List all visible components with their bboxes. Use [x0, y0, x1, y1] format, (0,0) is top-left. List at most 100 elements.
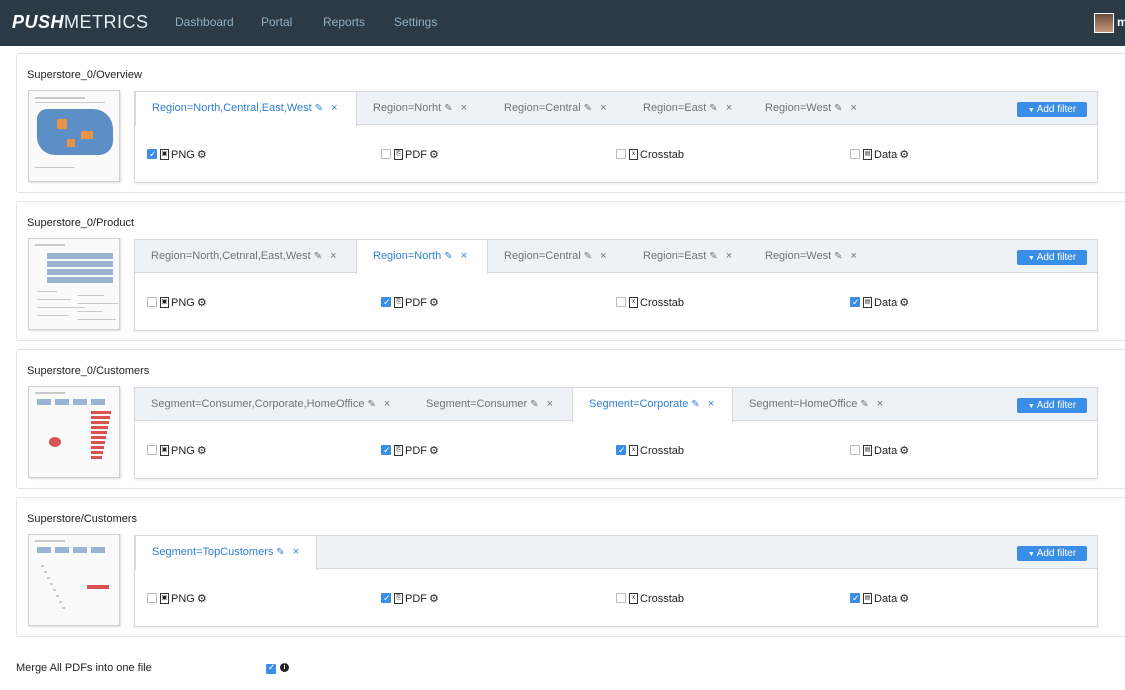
edit-filter-icon[interactable]: ✎ [709, 240, 717, 273]
edit-filter-icon[interactable]: ✎ [368, 388, 376, 421]
export-checkbox[interactable] [850, 295, 860, 309]
remove-filter-icon[interactable]: × [708, 388, 714, 421]
export-checkbox[interactable] [850, 445, 860, 456]
filter-tab[interactable]: Region=Central ✎ × [488, 240, 627, 273]
gear-icon[interactable]: ⚙ [197, 296, 207, 310]
gear-icon[interactable]: ⚙ [429, 444, 439, 458]
export-checkbox[interactable] [850, 591, 860, 605]
view-thumbnail[interactable] [28, 386, 120, 478]
edit-filter-icon[interactable]: ✎ [834, 240, 842, 273]
merge-pdfs-label: Merge All PDFs into one file [16, 662, 152, 674]
export-checkbox[interactable] [616, 297, 626, 308]
export-checkbox[interactable] [147, 445, 157, 456]
nav-portal[interactable]: Portal [261, 15, 292, 29]
export-checkbox[interactable] [381, 443, 391, 457]
filter-tab[interactable]: Region=West ✎ × [749, 92, 859, 125]
gear-icon[interactable]: ⚙ [429, 592, 439, 606]
remove-filter-icon[interactable]: × [726, 92, 732, 125]
remove-filter-icon[interactable]: × [384, 388, 390, 421]
remove-filter-icon[interactable]: × [600, 240, 606, 273]
edit-filter-icon[interactable]: ✎ [276, 536, 284, 569]
export-checkbox[interactable] [381, 591, 391, 605]
filter-tab[interactable]: Region=Central ✎ × [488, 92, 627, 125]
filter-tab[interactable]: Segment=Consumer,Corporate,HomeOffice ✎ × [135, 388, 410, 421]
gear-icon[interactable]: ⚙ [429, 148, 439, 162]
edit-filter-icon[interactable]: ✎ [691, 388, 699, 421]
filter-tab-label: Region=North,Central,East,West [152, 102, 312, 114]
remove-filter-icon[interactable]: × [461, 92, 467, 125]
export-checkbox[interactable] [381, 149, 391, 160]
filter-tab[interactable]: Region=East ✎ × [627, 240, 749, 273]
gear-icon[interactable]: ⚙ [197, 148, 207, 162]
excel-file-icon: x [629, 296, 638, 308]
gear-icon[interactable]: ⚙ [197, 444, 207, 458]
gear-icon[interactable]: ⚙ [429, 296, 439, 310]
logo[interactable]: PUSHMETRICS [12, 12, 149, 33]
remove-filter-icon[interactable]: × [600, 92, 606, 125]
export-option: ▤Data⚙ [850, 591, 909, 606]
edit-filter-icon[interactable]: ✎ [444, 240, 452, 273]
filter-tab[interactable]: Region=East ✎ × [627, 92, 749, 125]
export-checkbox[interactable] [381, 295, 391, 309]
nav-settings[interactable]: Settings [394, 15, 437, 29]
remove-filter-icon[interactable]: × [293, 536, 299, 569]
export-option-label: PDF [405, 593, 427, 605]
edit-filter-icon[interactable]: ✎ [834, 92, 842, 125]
add-filter-label: Add filter [1036, 104, 1077, 115]
info-icon[interactable]: i [280, 663, 289, 672]
edit-filter-icon[interactable]: ✎ [444, 92, 452, 125]
filter-tabs: Segment=Consumer,Corporate,HomeOffice ✎ × S… [135, 388, 1097, 422]
remove-filter-icon[interactable]: × [851, 240, 857, 273]
user-name[interactable]: m [1117, 15, 1125, 29]
section-title: Superstore_0/Customers [27, 365, 150, 377]
gear-icon[interactable]: ⚙ [899, 296, 909, 310]
add-filter-button[interactable]: ▼ Add filter [1017, 546, 1087, 561]
view-thumbnail[interactable] [28, 90, 120, 182]
edit-filter-icon[interactable]: ✎ [315, 92, 323, 125]
nav-dashboard[interactable]: Dashboard [175, 15, 234, 29]
view-thumbnail[interactable] [28, 238, 120, 330]
filter-tab[interactable]: Segment=TopCustomers ✎ × [135, 536, 317, 570]
filter-tab[interactable]: Segment=Consumer ✎ × [410, 388, 572, 421]
export-checkbox[interactable] [147, 297, 157, 308]
filter-tab[interactable]: Region=North,Central,East,West ✎ × [135, 92, 357, 126]
pdf-file-icon: ⎘ [394, 444, 403, 456]
merge-pdfs-checkbox[interactable] [266, 662, 276, 674]
edit-filter-icon[interactable]: ✎ [860, 388, 868, 421]
edit-filter-icon[interactable]: ✎ [530, 388, 538, 421]
gear-icon[interactable]: ⚙ [899, 444, 909, 458]
export-checkbox[interactable] [616, 149, 626, 160]
filter-tab[interactable]: Segment=Corporate ✎ × [572, 388, 733, 422]
remove-filter-icon[interactable]: × [726, 240, 732, 273]
export-checkbox[interactable] [147, 147, 157, 161]
gear-icon[interactable]: ⚙ [899, 148, 909, 162]
nav-reports[interactable]: Reports [323, 15, 365, 29]
filter-funnel-icon: ▼ [1027, 255, 1037, 262]
filter-tab[interactable]: Region=Norht ✎ × [357, 92, 488, 125]
user-avatar[interactable] [1094, 13, 1114, 33]
remove-filter-icon[interactable]: × [461, 240, 467, 273]
export-checkbox[interactable] [616, 593, 626, 604]
edit-filter-icon[interactable]: ✎ [584, 92, 592, 125]
gear-icon[interactable]: ⚙ [899, 592, 909, 606]
add-filter-button[interactable]: ▼ Add filter [1017, 398, 1087, 413]
remove-filter-icon[interactable]: × [331, 92, 337, 125]
edit-filter-icon[interactable]: ✎ [709, 92, 717, 125]
remove-filter-icon[interactable]: × [877, 388, 883, 421]
filter-tab[interactable]: Segment=HomeOffice ✎ × [733, 388, 883, 421]
filter-tab[interactable]: Region=North,Cetnral,East,West ✎ × [135, 240, 356, 273]
filter-tab[interactable]: Region=North ✎ × [356, 240, 488, 274]
edit-filter-icon[interactable]: ✎ [314, 240, 322, 273]
edit-filter-icon[interactable]: ✎ [584, 240, 592, 273]
remove-filter-icon[interactable]: × [851, 92, 857, 125]
gear-icon[interactable]: ⚙ [197, 592, 207, 606]
export-checkbox[interactable] [616, 443, 626, 457]
view-thumbnail[interactable] [28, 534, 120, 626]
remove-filter-icon[interactable]: × [547, 388, 553, 421]
add-filter-button[interactable]: ▼ Add filter [1017, 250, 1087, 265]
filter-tab[interactable]: Region=West ✎ × [749, 240, 859, 273]
remove-filter-icon[interactable]: × [330, 240, 336, 273]
add-filter-button[interactable]: ▼ Add filter [1017, 102, 1087, 117]
export-checkbox[interactable] [147, 593, 157, 604]
export-checkbox[interactable] [850, 149, 860, 160]
